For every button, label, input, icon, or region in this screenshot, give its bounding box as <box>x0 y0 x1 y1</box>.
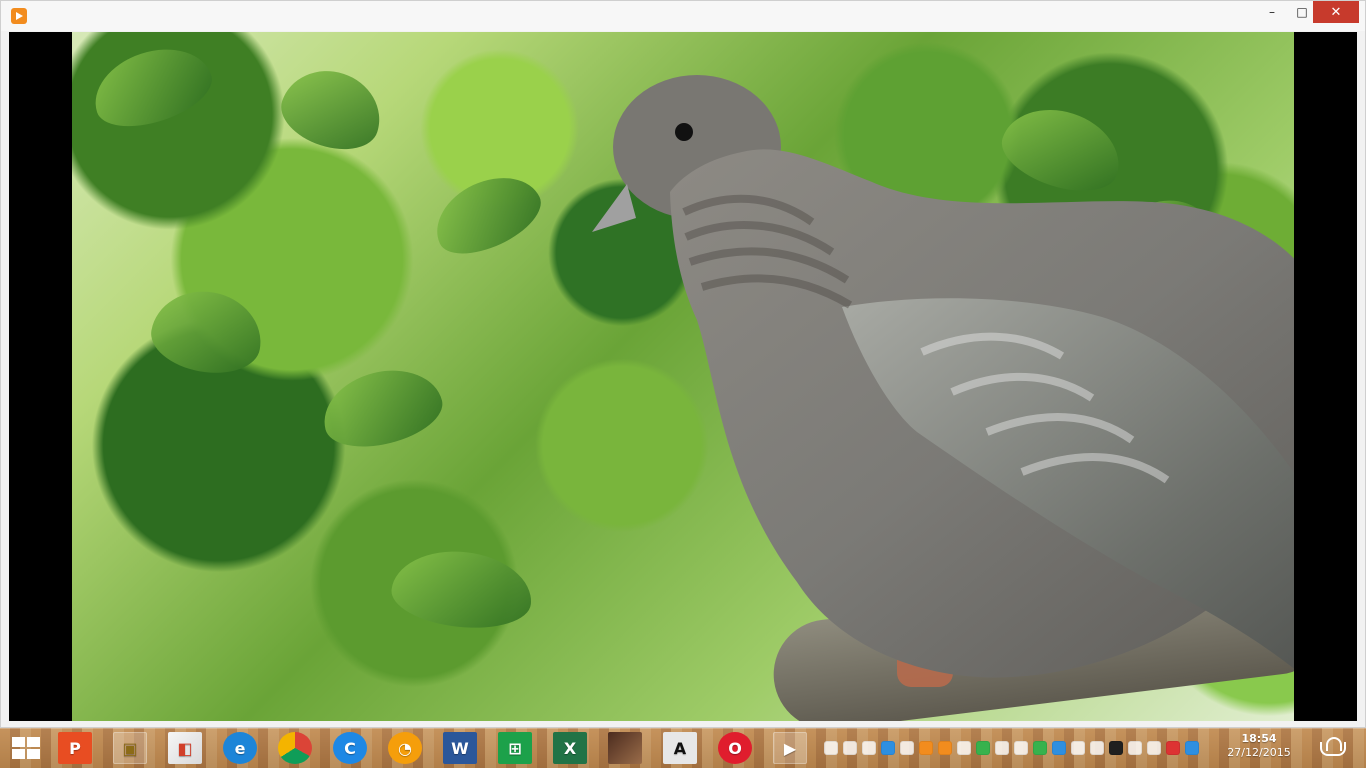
leaf <box>423 161 551 268</box>
word-icon[interactable]: W <box>443 732 477 764</box>
tray-app-icon[interactable] <box>995 741 1009 755</box>
powerpoint-icon[interactable]: P <box>58 732 92 764</box>
leaf <box>84 35 220 139</box>
tray-app-icon[interactable] <box>824 741 838 755</box>
tray-app-icon[interactable] <box>938 741 952 755</box>
tray-app-icon[interactable] <box>1090 741 1104 755</box>
shield-icon[interactable] <box>976 741 990 755</box>
clock[interactable]: 18:54 27/12/2015 <box>1223 732 1295 760</box>
system-tray <box>824 736 1224 760</box>
start-button[interactable] <box>12 737 40 759</box>
a-app-icon[interactable]: A <box>663 732 697 764</box>
title-bar: – □ ✕ <box>1 1 1365 31</box>
leaf <box>272 58 392 161</box>
opera-icon[interactable]: O <box>718 732 752 764</box>
windows-logo-icon <box>27 749 40 759</box>
clock-time: 18:54 <box>1241 732 1277 745</box>
leaf <box>388 544 536 635</box>
minimize-button[interactable]: – <box>1257 1 1287 23</box>
windows-logo-icon <box>12 749 25 759</box>
video-area[interactable] <box>9 32 1357 721</box>
firefox-icon[interactable]: ◔ <box>388 732 422 764</box>
tray-app-icon[interactable] <box>1166 741 1180 755</box>
tray-app-icon[interactable] <box>1033 741 1047 755</box>
clock-date: 27/12/2015 <box>1227 746 1291 759</box>
close-button[interactable]: ✕ <box>1313 1 1359 23</box>
speaker-icon[interactable] <box>1128 741 1142 755</box>
flag-icon[interactable] <box>900 741 914 755</box>
store-icon[interactable]: ⊞ <box>498 732 532 764</box>
perch-branch <box>767 558 1294 721</box>
dove-foot <box>897 592 953 687</box>
excel-icon[interactable]: X <box>553 732 587 764</box>
tray-app-icon[interactable] <box>1071 741 1085 755</box>
tray-app-icon[interactable] <box>862 741 876 755</box>
tray-app-icon[interactable] <box>1052 741 1066 755</box>
bluetooth-icon[interactable] <box>881 741 895 755</box>
leaf <box>145 283 269 381</box>
network-icon[interactable] <box>1014 741 1028 755</box>
leaf <box>1163 397 1294 509</box>
leaf <box>1103 187 1221 287</box>
paint-icon[interactable]: ◧ <box>168 732 202 764</box>
leaf <box>993 95 1131 204</box>
media-player-icon[interactable]: ▶ <box>773 732 807 764</box>
tray-app-icon[interactable] <box>1109 741 1123 755</box>
folder-icon[interactable]: ▣ <box>113 732 147 764</box>
internet-explorer-icon[interactable]: e <box>223 732 257 764</box>
taskbar: P ▣ ◧ e C ◔ W ⊞ X A O ▶ 18:54 27/12/2015 <box>0 728 1366 768</box>
windows-logo-icon <box>12 737 25 747</box>
app-window: – □ ✕ <box>0 0 1366 728</box>
video-frame[interactable] <box>72 32 1294 721</box>
media-player-icon <box>11 8 27 24</box>
tray-app-icon[interactable] <box>1185 741 1199 755</box>
leaf <box>315 358 449 458</box>
tray-app-icon[interactable] <box>843 741 857 755</box>
windows-logo-icon <box>27 737 40 747</box>
chrome-icon[interactable] <box>278 732 312 764</box>
cloud-icon[interactable] <box>1316 736 1346 756</box>
tray-app-icon[interactable] <box>1147 741 1161 755</box>
c-app-icon[interactable]: C <box>333 732 367 764</box>
game-icon[interactable] <box>608 732 642 764</box>
windows-icon[interactable] <box>957 741 971 755</box>
tray-app-icon[interactable] <box>919 741 933 755</box>
